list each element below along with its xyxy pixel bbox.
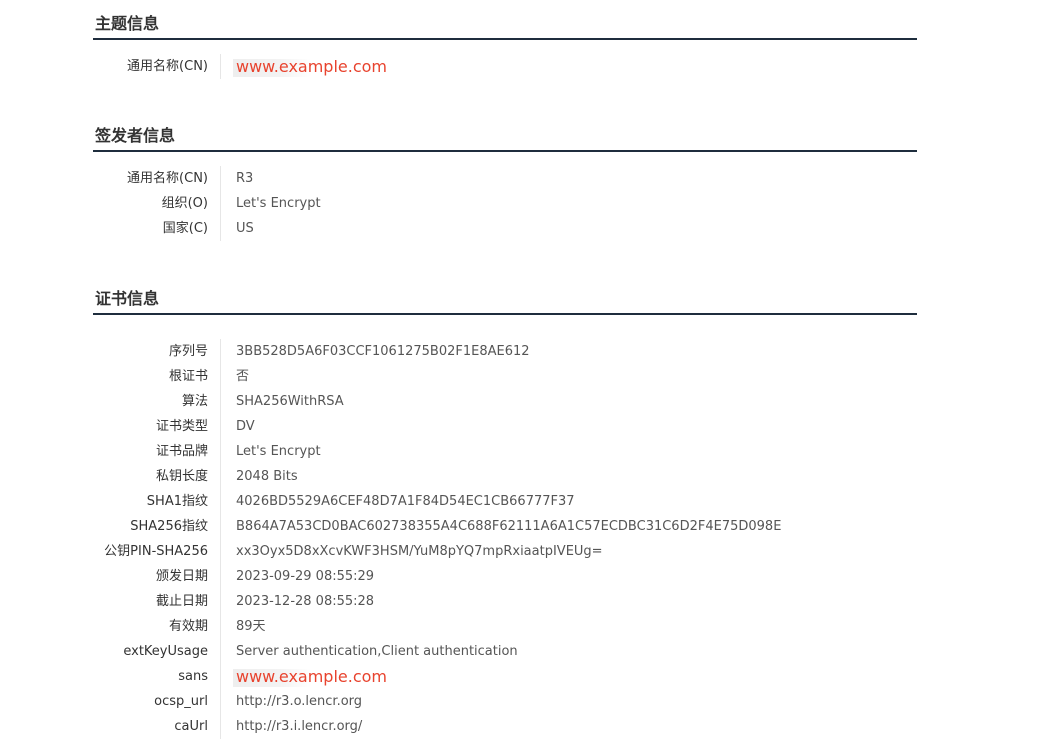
subject-rows: 通用名称(CN) www.example.com: [93, 54, 917, 79]
field-label: 证书类型: [93, 414, 221, 439]
field-label: 国家(C): [93, 216, 221, 241]
field-value: http://r3.i.lencr.org/: [236, 719, 363, 734]
cert-row-sans: sans www.example.com: [93, 664, 917, 689]
field-label: 根证书: [93, 364, 221, 389]
field-value: 否: [236, 369, 250, 384]
field-label: 组织(O): [93, 191, 221, 216]
field-value: DV: [236, 419, 255, 434]
field-value: Let's Encrypt: [236, 196, 321, 211]
cert-row-serial: 序列号 3BB528D5A6F03CCF1061275B02F1E8AE612: [93, 339, 917, 364]
issuer-rows: 通用名称(CN) R3 组织(O) Let's Encrypt 国家(C) US: [93, 166, 917, 241]
subject-section: 主题信息 通用名称(CN) www.example.com: [93, 10, 917, 79]
field-label: 通用名称(CN): [93, 166, 221, 191]
cert-row-issue-date: 颁发日期 2023-09-29 08:55:29: [93, 564, 917, 589]
cert-row-type: 证书类型 DV: [93, 414, 917, 439]
field-value: SHA256WithRSA: [236, 394, 344, 409]
cert-row-key-length: 私钥长度 2048 Bits: [93, 464, 917, 489]
field-value: Server authentication,Client authenticat…: [236, 644, 518, 659]
cert-row-validity: 有效期 89天: [93, 614, 917, 639]
field-label: 公钥PIN-SHA256: [93, 539, 221, 564]
field-label: caUrl: [93, 714, 221, 739]
cert-row-ca-url: caUrl http://r3.i.lencr.org/: [93, 714, 917, 739]
field-value: 2023-09-29 08:55:29: [236, 569, 375, 584]
field-label: 序列号: [93, 339, 221, 364]
cert-row-ext-key-usage: extKeyUsage Server authentication,Client…: [93, 639, 917, 664]
issuer-row-cn: 通用名称(CN) R3: [93, 166, 917, 191]
certificate-section-title: 证书信息: [93, 285, 917, 315]
field-value: 2048 Bits: [236, 469, 298, 484]
certificate-rows: 序列号 3BB528D5A6F03CCF1061275B02F1E8AE612 …: [93, 339, 917, 739]
field-label: 有效期: [93, 614, 221, 639]
cert-row-pin: 公钥PIN-SHA256 xx3Oyx5D8xXcvKWF3HSM/YuM8pY…: [93, 539, 917, 564]
field-value: B864A7A53CD0BAC602738355A4C688F62111A6A1…: [236, 519, 782, 534]
field-label: 截止日期: [93, 589, 221, 614]
issuer-section: 签发者信息 通用名称(CN) R3 组织(O) Let's Encrypt 国家…: [93, 122, 917, 241]
field-label: SHA1指纹: [93, 489, 221, 514]
issuer-section-title: 签发者信息: [93, 122, 917, 152]
field-value: 4026BD5529A6CEF48D7A1F84D54EC1CB66777F37: [236, 494, 575, 509]
certificate-section: 证书信息 序列号 3BB528D5A6F03CCF1061275B02F1E8A…: [93, 285, 917, 739]
field-label: extKeyUsage: [93, 639, 221, 664]
field-value: 3BB528D5A6F03CCF1061275B02F1E8AE612: [236, 344, 530, 359]
field-label: sans: [93, 664, 221, 689]
field-value: 2023-12-28 08:55:28: [236, 594, 375, 609]
field-label: 证书品牌: [93, 439, 221, 464]
field-label: 私钥长度: [93, 464, 221, 489]
field-value: US: [236, 221, 254, 236]
field-value: http://r3.o.lencr.org: [236, 694, 363, 709]
cert-row-root: 根证书 否: [93, 364, 917, 389]
field-label: 颁发日期: [93, 564, 221, 589]
cert-row-brand: 证书品牌 Let's Encrypt: [93, 439, 917, 464]
issuer-row-country: 国家(C) US: [93, 216, 917, 241]
cert-row-algorithm: 算法 SHA256WithRSA: [93, 389, 917, 414]
field-label: 通用名称(CN): [93, 54, 221, 79]
subject-row-cn: 通用名称(CN) www.example.com: [93, 54, 917, 79]
field-value: 89天: [236, 619, 266, 634]
cert-row-ocsp-url: ocsp_url http://r3.o.lencr.org: [93, 689, 917, 714]
field-label: SHA256指纹: [93, 514, 221, 539]
field-value: R3: [236, 171, 254, 186]
field-label: ocsp_url: [93, 689, 221, 714]
cert-row-sha256: SHA256指纹 B864A7A53CD0BAC602738355A4C688F…: [93, 514, 917, 539]
field-value: www.example.com: [221, 664, 387, 689]
cert-row-sha1: SHA1指纹 4026BD5529A6CEF48D7A1F84D54EC1CB6…: [93, 489, 917, 514]
issuer-row-org: 组织(O) Let's Encrypt: [93, 191, 917, 216]
cert-row-expiry-date: 截止日期 2023-12-28 08:55:28: [93, 589, 917, 614]
field-value: www.example.com: [221, 54, 387, 79]
field-value: Let's Encrypt: [236, 444, 321, 459]
field-label: 算法: [93, 389, 221, 414]
subject-section-title: 主题信息: [93, 10, 917, 40]
field-value: xx3Oyx5D8xXcvKWF3HSM/YuM8pYQ7mpRxiaatpIV…: [236, 544, 603, 559]
